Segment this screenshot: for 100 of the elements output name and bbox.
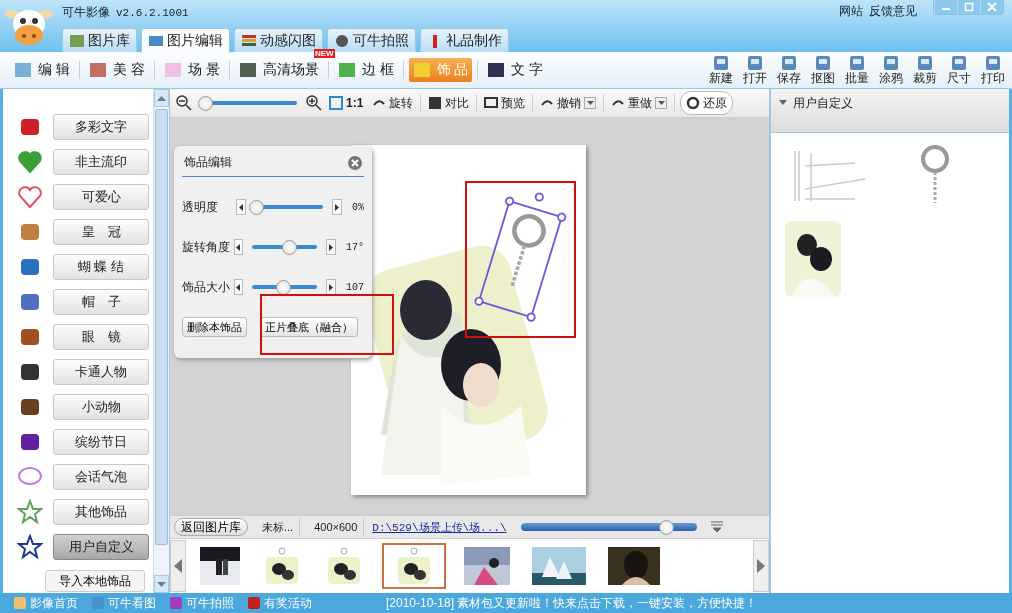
view-button[interactable]: 预览	[482, 92, 528, 114]
panel-button[interactable]: 正片叠底（融合）	[260, 317, 358, 337]
right-arrow-icon	[329, 283, 334, 291]
star-icon	[17, 498, 43, 525]
toolbar-button[interactable]: 裁剪	[910, 55, 940, 85]
main-tab[interactable]: 可牛拍照	[327, 28, 416, 52]
increase-button[interactable]	[331, 199, 342, 215]
category-button[interactable]: 用户自定义	[53, 533, 149, 560]
category-tab[interactable]: 编 辑	[10, 58, 74, 82]
dropdown-button[interactable]	[655, 97, 668, 109]
left-arrow-icon	[174, 559, 182, 573]
zoom-slider[interactable]	[197, 96, 213, 111]
category-button[interactable]: 蝴 蝶 结	[53, 253, 149, 280]
main-tab[interactable]: 动感闪图	[234, 28, 323, 52]
dropdown-button[interactable]	[584, 97, 597, 109]
close-icon[interactable]	[348, 155, 362, 170]
scrollbar[interactable]	[153, 89, 169, 593]
decrease-button[interactable]	[233, 239, 244, 255]
fit-icon	[329, 96, 343, 110]
category-button[interactable]: 多彩文字	[53, 113, 149, 140]
category-button[interactable]: 其他饰品	[53, 498, 149, 525]
heart-icon	[17, 148, 43, 175]
toolbar-button[interactable]: 保存	[774, 55, 804, 85]
toolbar-button[interactable]: 打印	[978, 55, 1008, 85]
view-button[interactable]: 重做	[609, 92, 670, 114]
view-button[interactable]: 1:1	[327, 92, 366, 114]
toolbar-button[interactable]: 打开	[740, 55, 770, 85]
left-arrow-icon	[236, 283, 241, 291]
restore-icon	[686, 96, 701, 110]
toolbar-button[interactable]: 批量	[842, 55, 872, 85]
filename-text: 未标...	[256, 517, 301, 537]
stripes-icon	[241, 33, 257, 48]
category-tab[interactable]: 场 景	[159, 58, 224, 82]
category-tab[interactable]: 边 框	[333, 58, 398, 82]
right-arrow-icon	[334, 203, 339, 211]
increase-button[interactable]	[326, 279, 336, 295]
right-arrow-icon	[757, 559, 765, 573]
decrease-button[interactable]	[233, 279, 244, 295]
slider-thumb[interactable]	[248, 200, 264, 215]
heart-icon	[17, 183, 43, 210]
scroll-down-icon[interactable]	[157, 581, 166, 587]
compare-icon	[428, 96, 443, 110]
preview-icon	[484, 96, 499, 110]
slider-label: 饰品大小	[182, 278, 231, 296]
slider-value: 0%	[351, 201, 364, 213]
star-icon	[17, 533, 43, 560]
scroll-up-icon[interactable]	[157, 95, 166, 101]
header-link[interactable]: 网站	[839, 3, 863, 20]
slider-value: 107	[346, 281, 364, 293]
panel-button[interactable]: 删除本饰品	[182, 317, 247, 337]
category-button[interactable]: 皇 冠	[53, 218, 149, 245]
category-button[interactable]: 非主流印	[53, 148, 149, 175]
panel-title: 饰品编辑	[184, 154, 232, 171]
version-text: v2.6.2.1001	[116, 7, 189, 19]
decrease-button[interactable]	[235, 199, 246, 215]
back-button[interactable]: 返回图片库	[174, 518, 248, 536]
zoom-in-icon[interactable]	[306, 95, 322, 111]
menu-icon[interactable]	[710, 521, 723, 533]
main-tab[interactable]: 图片编辑	[141, 28, 230, 53]
collapse-arrow-icon[interactable]	[779, 100, 787, 105]
view-button[interactable]: 旋转	[370, 92, 416, 114]
panel-header[interactable]: 用户自定义	[771, 89, 1009, 133]
caret-icon	[586, 101, 594, 105]
main-tab[interactable]: 礼品制作	[420, 28, 509, 52]
import-button[interactable]: 导入本地饰品	[45, 570, 145, 592]
caret-icon	[657, 101, 665, 105]
category-tab[interactable]: 美 容	[84, 58, 149, 82]
view-button[interactable]: 还原	[680, 91, 734, 115]
zoom-out-icon[interactable]	[176, 95, 192, 111]
header-link[interactable]: 反馈意见	[869, 3, 917, 20]
category-button[interactable]: 可爱心	[53, 183, 149, 210]
toolbar-button[interactable]: 抠图	[808, 55, 838, 85]
toolbar-button[interactable]: 新建	[706, 55, 736, 85]
category-button[interactable]: 缤纷节日	[53, 428, 149, 455]
app-title: 可牛影像	[62, 4, 110, 21]
increase-button[interactable]	[326, 239, 336, 255]
file-path-link[interactable]: D:\529\场景上传\场...\	[372, 519, 507, 535]
category-tab[interactable]: 文 字	[483, 58, 548, 82]
slider-thumb[interactable]	[282, 240, 298, 255]
image-size-text: 400×600	[308, 517, 365, 537]
toolbar-button[interactable]: 尺寸	[944, 55, 974, 85]
category-button[interactable]: 眼 镜	[53, 323, 149, 350]
category-tab[interactable]: 高清场景	[234, 58, 323, 82]
main-tab[interactable]: 图片库	[62, 28, 137, 52]
panel-title: 用户自定义	[793, 95, 853, 112]
category-button[interactable]: 帽 子	[53, 288, 149, 315]
category-button[interactable]: 卡通人物	[53, 358, 149, 385]
scroll-left-button[interactable]	[170, 540, 186, 592]
thumbnail-size-slider[interactable]	[658, 520, 674, 535]
thumbnail[interactable]	[382, 543, 446, 589]
view-button[interactable]: 撤销	[538, 92, 599, 114]
slider-label: 透明度	[182, 198, 219, 216]
toolbar-button[interactable]: 涂鸦	[876, 55, 906, 85]
scroll-right-button[interactable]	[753, 540, 769, 592]
left-arrow-icon	[236, 243, 241, 251]
category-button[interactable]: 会话气泡	[53, 463, 149, 490]
slider-value: 17°	[346, 241, 364, 253]
slider-label: 旋转角度	[182, 238, 231, 256]
category-button[interactable]: 小动物	[53, 393, 149, 420]
view-button[interactable]: 对比	[426, 92, 472, 114]
